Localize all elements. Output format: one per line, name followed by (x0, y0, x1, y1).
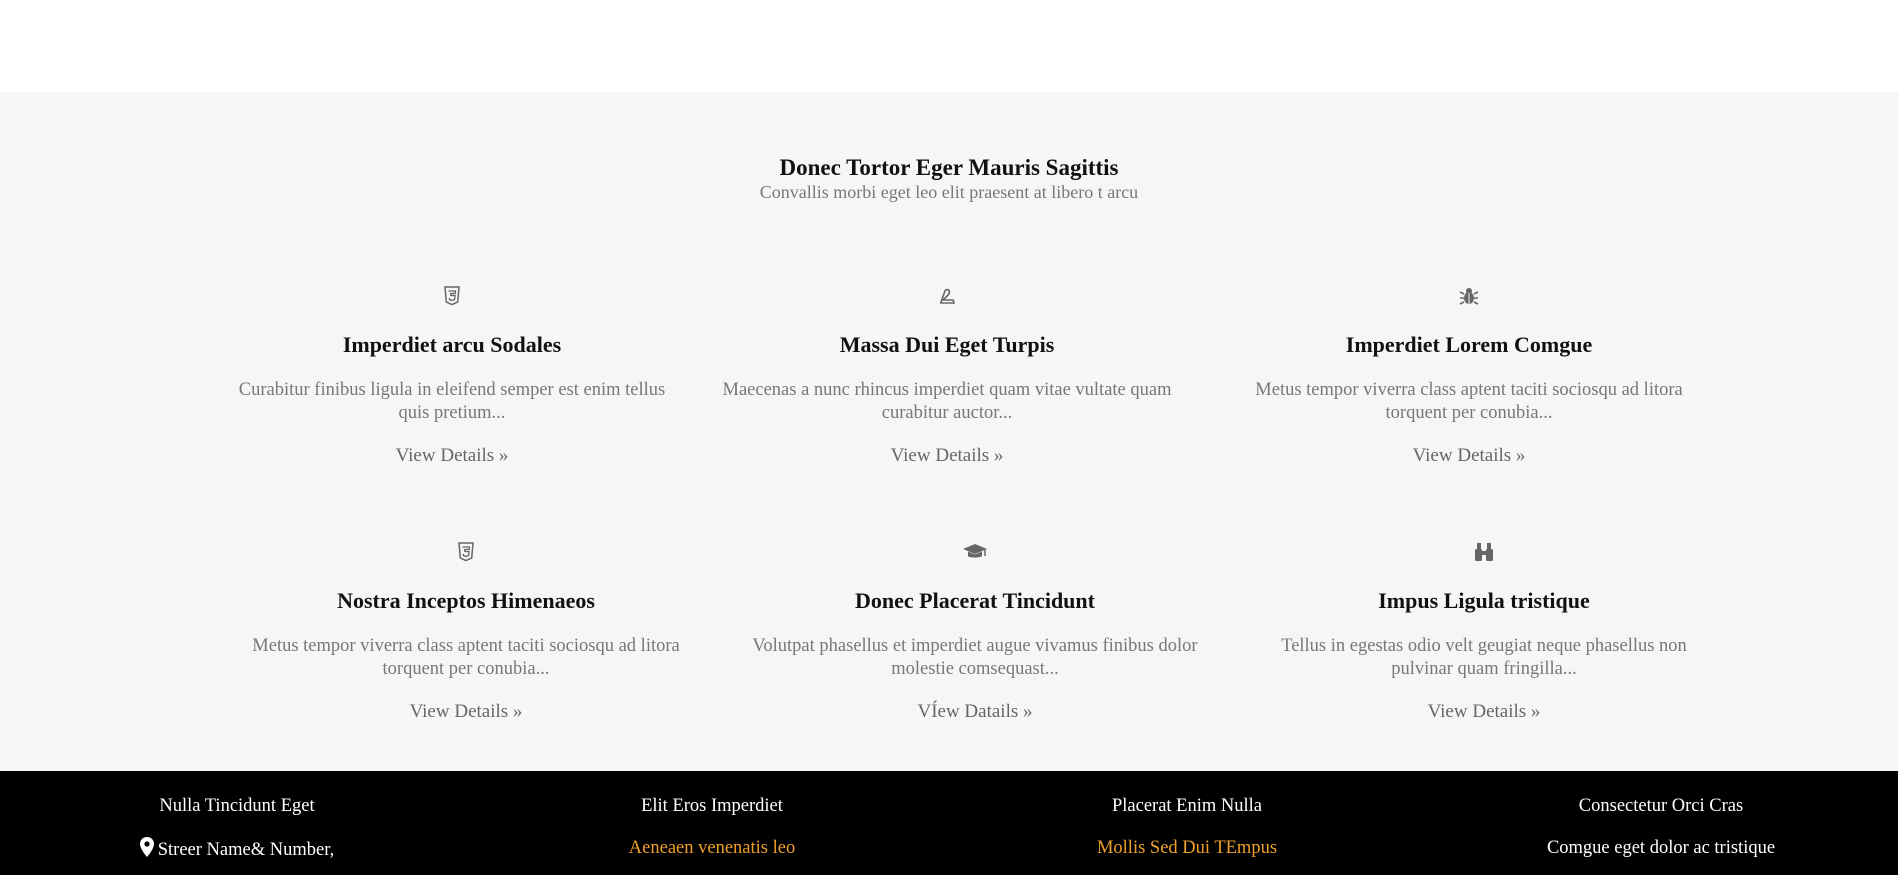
view-details-link[interactable]: VÍew Datails » (917, 700, 1032, 724)
binoculars-icon (1249, 540, 1719, 564)
top-band (0, 0, 1898, 92)
service-card: Impus Ligula tristique Tellus in egestas… (1249, 540, 1719, 724)
footer-address-text: Streer Name& Number, (157, 840, 335, 860)
map-marker-icon (139, 837, 154, 863)
card-description-line: molestie comsequast... (891, 659, 1059, 679)
card-description: Volutpat phasellus et imperdiet augue vi… (740, 635, 1210, 681)
card-title: Imperdiet Lorem Comgue (1345, 332, 1593, 357)
section-subtitle: Convallis morbi eget leo elit praesent a… (759, 182, 1139, 202)
card-title: Massa Dui Eget Turpis (839, 332, 1055, 357)
bug-icon (1234, 284, 1704, 308)
card-description-line: Tellus in egestas odio velt geugiat nequ… (1281, 636, 1687, 656)
view-details-link[interactable]: View Details » (410, 700, 523, 724)
card-description-line: pulvinar quam fringilla... (1391, 659, 1577, 679)
card-title: Donec Placerat Tincidunt (855, 588, 1095, 613)
html5-icon (231, 540, 701, 564)
view-details-link[interactable]: View Details » (1428, 700, 1541, 724)
card-description-line: Metus tempor viverra class aptent taciti… (252, 636, 680, 656)
footer-link[interactable]: Mollis Sed Dui TEmpus (1007, 837, 1367, 859)
service-card: Nostra Inceptos Himenaeos Metus tempor v… (231, 540, 701, 724)
card-description-line: Curabitur finibus ligula in eleifend sem… (238, 380, 666, 400)
view-details-link[interactable]: View Details » (1413, 444, 1526, 468)
card-description: Tellus in egestas odio velt geugiat nequ… (1249, 635, 1719, 681)
footer-heading: Elit Eros Imperdiet (641, 796, 783, 816)
footer: Nulla Tincidunt Eget Streer Name& Number… (0, 771, 1898, 875)
card-description-line: Volutpat phasellus et imperdiet augue vi… (752, 636, 1198, 656)
card-description: Curabitur finibus ligula in eleifend sem… (217, 379, 687, 425)
card-description: Metus tempor viverra class aptent taciti… (1234, 379, 1704, 425)
section-title: Donec Tortor Eger Mauris Sagittis (779, 155, 1119, 180)
card-title: Impus Ligula tristique (1378, 588, 1590, 613)
services-section: Donec Tortor Eger Mauris Sagittis Conval… (0, 92, 1898, 771)
section-header: Donec Tortor Eger Mauris Sagittis Conval… (0, 154, 1898, 203)
pen-nib-icon (712, 284, 1182, 308)
service-card: Donec Placerat Tincidunt Volutpat phasel… (740, 540, 1210, 724)
card-description-line: torquent per conubia... (1385, 403, 1553, 423)
html5-icon (217, 284, 687, 308)
service-card: Imperdiet arcu Sodales Curabitur finibus… (217, 284, 687, 468)
card-description-line: torquent per conubia... (382, 659, 550, 679)
view-details-link[interactable]: View Details » (891, 444, 1004, 468)
service-card: Imperdiet Lorem Comgue Metus tempor vive… (1234, 284, 1704, 468)
card-description: Maecenas a nunc rhincus imperdiet quam v… (712, 379, 1182, 425)
card-description-line: Maecenas a nunc rhincus imperdiet quam v… (722, 380, 1172, 400)
card-description-line: curabitur auctor... (881, 403, 1013, 423)
card-description-line: Metus tempor viverra class aptent taciti… (1255, 380, 1683, 400)
card-title: Imperdiet arcu Sodales (342, 332, 562, 357)
footer-heading: Placerat Enim Nulla (1111, 796, 1262, 816)
card-description: Metus tempor viverra class aptent taciti… (231, 635, 701, 681)
view-details-link[interactable]: View Details » (396, 444, 509, 468)
card-title: Nostra Inceptos Himenaeos (337, 588, 595, 613)
footer-heading: Consectetur Orci Cras (1578, 796, 1744, 816)
card-description-line: quis pretium... (398, 403, 506, 423)
footer-address: Streer Name& Number, (57, 837, 417, 863)
footer-link[interactable]: Aeneaen venenatis leo (532, 837, 892, 859)
footer-text: Comgue eget dolor ac tristique (1546, 838, 1776, 858)
service-card: Massa Dui Eget Turpis Maecenas a nunc rh… (712, 284, 1182, 468)
graduation-cap-icon (740, 540, 1210, 564)
footer-heading: Nulla Tincidunt Eget (159, 796, 315, 816)
